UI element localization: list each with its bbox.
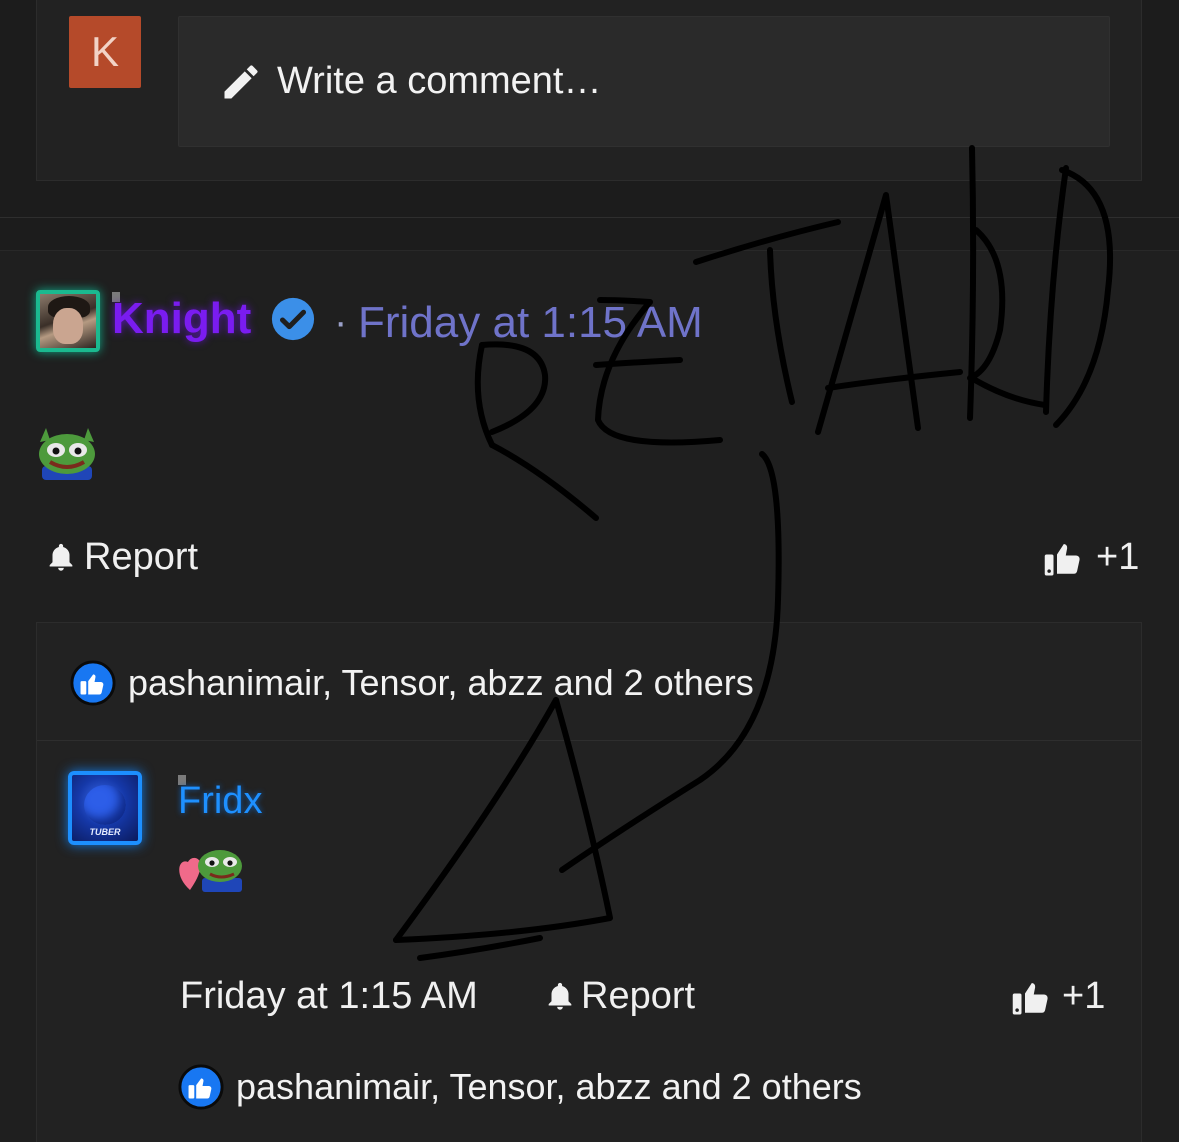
report-label: Report [84,536,199,578]
comment-placeholder: Write a comment… [277,60,602,102]
reply-timestamp[interactable]: Friday at 1:15 AM [180,975,478,1018]
post-like-button[interactable]: +1 [1042,536,1139,579]
thumbs-up-icon [1012,982,1048,1014]
like-badge-icon [70,660,116,706]
bell-icon [548,982,572,1010]
pepe-heart-emoji-icon [179,850,242,892]
like-count: +1 [1096,536,1140,578]
reply-like-button[interactable]: +1 [1010,975,1105,1018]
verified-check-icon [271,297,315,341]
thumbs-up-icon [1044,543,1080,575]
write-comment-input[interactable]: Write a comment… [178,16,1110,147]
post-timestamp-link[interactable]: Friday at 1:15 AM [358,298,703,348]
like-count: +1 [1062,975,1106,1017]
reply-divider [37,740,1141,741]
likers-text: pashanimair, Tensor, abzz and 2 others [236,1066,862,1107]
likers-text: pashanimair, Tensor, abzz and 2 others [128,662,754,703]
bell-icon [49,543,73,571]
avatar-tag: TUBER [89,827,121,837]
meta-separator: · [334,300,348,344]
pencil-icon [224,64,258,98]
report-label: Report [581,975,696,1017]
post-author-name[interactable]: Knight [112,294,251,344]
reply-reactions-summary[interactable]: pashanimair, Tensor, abzz and 2 others [178,1064,862,1110]
knight-avatar[interactable] [36,290,100,352]
reply-author-name[interactable]: Fridx [178,780,262,823]
current-user-avatar[interactable]: K [69,16,141,88]
pepe-emoji-icon [39,428,95,480]
post-reactions-summary[interactable]: pashanimair, Tensor, abzz and 2 others [70,660,754,706]
post-report-button[interactable]: Report [44,536,198,579]
reply-report-button[interactable]: Report [543,975,695,1018]
fridx-avatar[interactable]: TUBER [68,771,142,845]
section-divider [0,217,1179,218]
like-badge-icon [178,1064,224,1110]
